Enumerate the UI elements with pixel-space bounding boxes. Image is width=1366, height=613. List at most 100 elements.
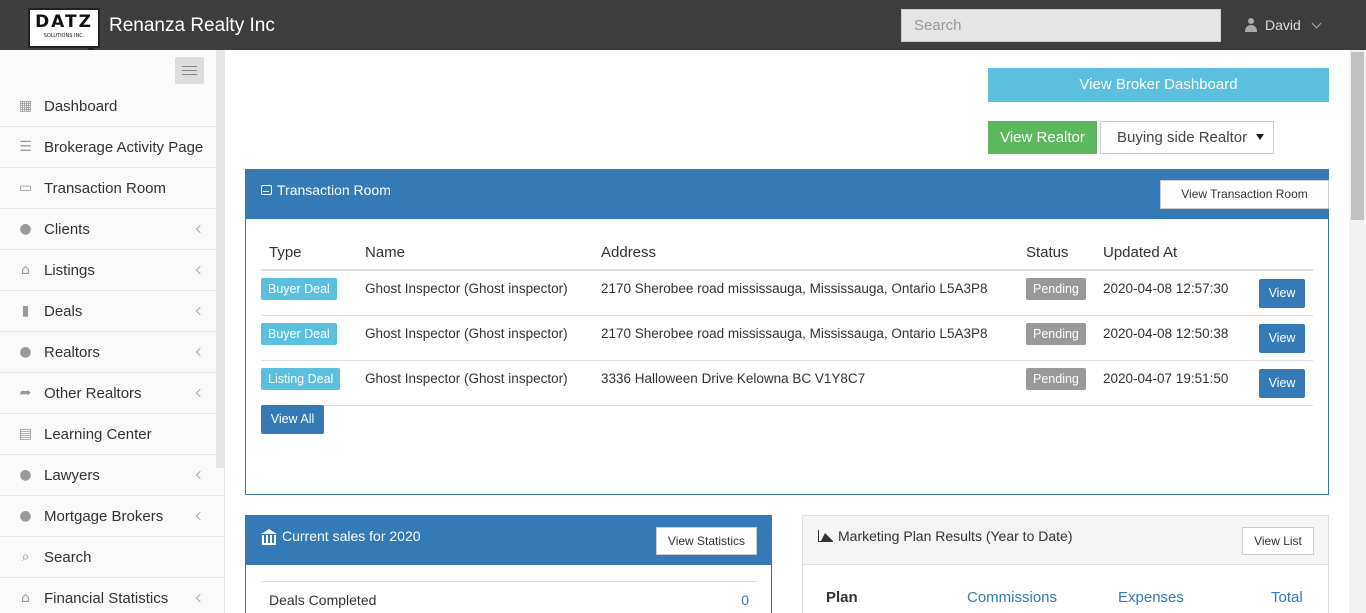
view-deal-button[interactable]: View (1259, 324, 1305, 353)
sidebar-item-mortgage-brokers[interactable]: ● Mortgage Brokers (0, 496, 224, 537)
sidebar-item-label: Clients (44, 220, 90, 238)
sidebar-item-label: Other Realtors (44, 384, 142, 402)
updated-at: 2020-04-07 19:51:50 (1103, 371, 1229, 386)
app-title: Renanza Realty Inc (109, 15, 275, 36)
users-icon: ● (19, 508, 32, 524)
column-header-plan: Plan (826, 589, 858, 606)
deal-type-badge[interactable]: Buyer Deal (261, 278, 337, 300)
chevron-left-icon (195, 593, 205, 603)
sidebar-item-label: Search (44, 548, 92, 566)
menu-toggle-button[interactable] (175, 57, 204, 84)
area-chart-icon (818, 530, 833, 542)
search-icon: ⌕ (21, 549, 30, 565)
page-scrollbar[interactable] (1349, 50, 1366, 613)
column-header-updated-at: Updated At (1103, 244, 1178, 261)
column-header-status: Status (1026, 244, 1069, 261)
status-badge: Pending (1026, 368, 1086, 390)
view-statistics-button[interactable]: View Statistics (656, 527, 757, 555)
view-deal-button[interactable]: View (1259, 369, 1305, 398)
chevron-left-icon (195, 265, 205, 275)
current-sales-header: Current sales for 2020 View Statistics (246, 516, 771, 565)
table-cell: Buyer Deal (261, 278, 337, 300)
chevron-left-icon (195, 347, 205, 357)
marketing-plan-title-text: Marketing Plan Results (Year to Date) (838, 528, 1073, 544)
view-deal-button[interactable]: View (1259, 279, 1305, 308)
sidebar-item-deals[interactable]: ▮ Deals (0, 291, 224, 332)
sidebar-item-clients[interactable]: ● Clients (0, 209, 224, 250)
deal-type-badge[interactable]: Buyer Deal (261, 323, 337, 345)
page-scrollbar-thumb[interactable] (1351, 52, 1364, 220)
table-header-row: Type Name Address Status Updated At (261, 232, 1313, 271)
sidebar-item-lawyers[interactable]: ● Lawyers (0, 455, 224, 496)
logo-subtext: SOLUTIONS INC. (43, 33, 85, 39)
company-logo[interactable]: DATZ SOLUTIONS INC. (28, 8, 100, 58)
table-row: Buyer Deal Ghost Inspector (Ghost inspect… (261, 316, 1313, 361)
search-input[interactable] (901, 9, 1221, 42)
hamburger-line (182, 66, 197, 67)
file-icon: ▮ (21, 303, 30, 319)
deal-address: 2170 Sherobee road mississauga, Mississa… (601, 281, 988, 296)
calendar-icon: ▦ (18, 98, 33, 114)
column-header-expenses[interactable]: Expenses (1118, 589, 1184, 606)
logo-text: DATZ (35, 12, 93, 32)
updated-at: 2020-04-08 12:57:30 (1103, 281, 1229, 296)
realtor-type-select[interactable]: Buying side Realtor (1100, 121, 1274, 154)
inbox-icon: ▭ (18, 180, 33, 196)
marketing-plan-header: Marketing Plan Results (Year to Date) Vi… (803, 516, 1328, 565)
deal-name: Ghost Inspector (Ghost inspector) (365, 326, 568, 341)
marketing-plan-title: Marketing Plan Results (Year to Date) (818, 528, 1072, 544)
column-header-commissions[interactable]: Commissions (967, 589, 1057, 606)
sidebar-item-label: Financial Statistics (44, 589, 169, 607)
deals-completed-value[interactable]: 0 (741, 592, 749, 608)
sidebar-item-realtors[interactable]: ● Realtors (0, 332, 224, 373)
updated-at: 2020-04-08 12:50:38 (1103, 326, 1229, 341)
transaction-table: Type Name Address Status Updated At Buye… (261, 232, 1313, 406)
chevron-left-icon (195, 511, 205, 521)
sidebar-item-listings[interactable]: ⌂ Listings (0, 250, 224, 291)
status-badge: Pending (1026, 278, 1086, 300)
table-cell: View (1259, 369, 1305, 398)
deal-type-badge[interactable]: Listing Deal (261, 368, 341, 390)
bank-icon (261, 529, 277, 545)
share-icon: ➦ (19, 385, 32, 401)
sidebar-item-dashboard[interactable]: ▦ Dashboard (0, 86, 224, 127)
sidebar-item-learning-center[interactable]: ▤ Learning Center (0, 414, 224, 455)
column-header-type: Type (269, 244, 302, 261)
sidebar-item-label: Deals (44, 302, 83, 320)
view-transaction-room-button[interactable]: View Transaction Room (1160, 180, 1329, 209)
table-row: Listing Deal Ghost Inspector (Ghost inspe… (261, 361, 1313, 406)
user-menu[interactable]: David (1245, 17, 1322, 33)
deal-name: Ghost Inspector (Ghost inspector) (365, 281, 568, 296)
transaction-room-header: Transaction Room View Transaction Room (246, 170, 1329, 219)
sidebar-item-transaction-room[interactable]: ▭ Transaction Room (0, 168, 224, 209)
current-sales-panel: Current sales for 2020 View Statistics D… (245, 515, 772, 613)
column-header-total[interactable]: Total (1271, 589, 1303, 606)
view-all-button[interactable]: View All (261, 405, 324, 434)
user-icon: ● (19, 221, 32, 237)
view-realtor-button[interactable]: View Realtor (988, 121, 1097, 154)
column-header-name: Name (365, 244, 406, 261)
chevron-left-icon (195, 388, 205, 398)
sidebar-item-label: Brokerage Activity Page (44, 138, 204, 156)
chevron-down-icon (1311, 18, 1322, 28)
sidebar-item-financial-statistics[interactable]: ⌂ Financial Statistics (0, 578, 224, 613)
sidebar-item-search[interactable]: ⌕ Search (0, 537, 224, 578)
chevron-left-icon (195, 306, 205, 316)
sidebar-item-label: Realtors (44, 343, 100, 361)
deal-address: 2170 Sherobee road mississauga, Mississa… (601, 326, 988, 341)
table-cell: View (1259, 279, 1305, 308)
chevron-left-icon (195, 470, 205, 480)
table-cell: Pending (1026, 278, 1086, 300)
hamburger-line (182, 74, 197, 75)
current-sales-title-text: Current sales for 2020 (282, 528, 421, 544)
table-body: Buyer Deal Ghost Inspector (Ghost inspect… (261, 271, 1313, 406)
status-badge: Pending (1026, 323, 1086, 345)
view-list-button[interactable]: View List (1242, 527, 1314, 555)
deal-address: 3336 Halloween Drive Kelowna BC V1Y8C7 (601, 371, 866, 386)
view-broker-dashboard-button[interactable]: View Broker Dashboard (988, 68, 1329, 102)
sidebar-item-other-realtors[interactable]: ➦ Other Realtors (0, 373, 224, 414)
sidebar-item-brokerage-activity-page[interactable]: ☰ Brokerage Activity Page (0, 127, 224, 168)
table-cell: Pending (1026, 368, 1086, 390)
users-icon: ● (19, 467, 32, 483)
bank-icon: ⌂ (21, 590, 30, 606)
